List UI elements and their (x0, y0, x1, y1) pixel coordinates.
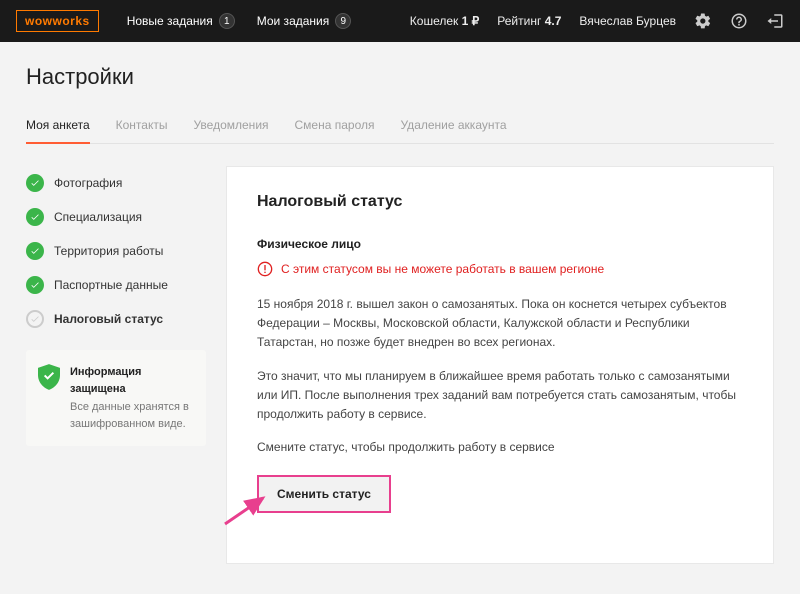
warning-icon (257, 261, 273, 277)
rating-label: Рейтинг (497, 14, 541, 28)
check-done-icon (26, 208, 44, 226)
step-3[interactable]: Паспортные данные (26, 268, 206, 302)
step-label: Территория работы (54, 244, 163, 258)
page-title: Настройки (26, 64, 774, 90)
nav-new-tasks[interactable]: Новые задания 1 (127, 13, 235, 29)
info-title: Информация защищена (70, 364, 194, 397)
step-0[interactable]: Фотография (26, 166, 206, 200)
sidebar: Фотография Специализация Территория работы… (26, 166, 206, 564)
rating-value: 4.7 (545, 14, 562, 28)
content: Фотография Специализация Территория работы… (26, 166, 774, 564)
entity-label: Физическое лицо (257, 237, 743, 251)
main-panel: Налоговый статус Физическое лицо С этим … (226, 166, 774, 564)
panel-title: Налоговый статус (257, 193, 743, 211)
shield-icon (38, 364, 60, 390)
warning-text: С этим статусом вы не можете работать в … (281, 262, 604, 276)
check-done-icon (26, 276, 44, 294)
user-name[interactable]: Вячеслав Бурцев (579, 14, 676, 28)
tab-2[interactable]: Уведомления (193, 108, 268, 144)
page: Настройки Моя анкета Контакты Уведомления С… (0, 42, 800, 594)
tab-1[interactable]: Контакты (116, 108, 168, 144)
tab-0[interactable]: Моя анкета (26, 108, 90, 144)
logout-icon[interactable] (766, 12, 784, 30)
change-status-button[interactable]: Сменить статус (257, 475, 391, 513)
step-1[interactable]: Специализация (26, 200, 206, 234)
paragraph-2: Это значит, что мы планируем в ближайшее… (257, 367, 743, 425)
nav-right: Кошелек 1 ₽ Рейтинг 4.7 Вячеслав Бурцев (410, 12, 784, 30)
check-done-icon (26, 242, 44, 260)
step-label: Специализация (54, 210, 142, 224)
step-label: Фотография (54, 176, 122, 190)
info-text: Информация защищена Все данные хранятся … (70, 364, 194, 432)
nav-new-tasks-label: Новые задания (127, 14, 213, 28)
nav-left: Новые задания 1 Мои задания 9 (127, 13, 352, 29)
nav-my-tasks-count: 9 (335, 13, 351, 29)
info-box: Информация защищена Все данные хранятся … (26, 350, 206, 446)
step-label: Налоговый статус (54, 312, 163, 326)
gear-icon[interactable] (694, 12, 712, 30)
paragraph-3: Смените статус, чтобы продолжить работу … (257, 438, 743, 457)
step-2[interactable]: Территория работы (26, 234, 206, 268)
check-done-icon (26, 174, 44, 192)
tab-3[interactable]: Смена пароля (295, 108, 375, 144)
wallet[interactable]: Кошелек 1 ₽ (410, 14, 480, 28)
wallet-value: 1 ₽ (462, 14, 480, 28)
nav-my-tasks-label: Мои задания (257, 14, 330, 28)
tab-4[interactable]: Удаление аккаунта (401, 108, 507, 144)
info-body: Все данные хранятся в зашифрованном виде… (70, 401, 189, 430)
logo[interactable]: wowworks (16, 10, 99, 32)
step-label: Паспортные данные (54, 278, 168, 292)
check-pending-icon (26, 310, 44, 328)
nav-my-tasks[interactable]: Мои задания 9 (257, 13, 352, 29)
wallet-label: Кошелек (410, 14, 459, 28)
warning: С этим статусом вы не можете работать в … (257, 261, 743, 277)
nav-new-tasks-count: 1 (219, 13, 235, 29)
rating: Рейтинг 4.7 (497, 14, 561, 28)
tabs: Моя анкета Контакты Уведомления Смена парол… (26, 108, 774, 144)
paragraph-1: 15 ноября 2018 г. вышел закон о самозаня… (257, 295, 743, 353)
top-bar: wowworks Новые задания 1 Мои задания 9 К… (0, 0, 800, 42)
step-4[interactable]: Налоговый статус (26, 302, 206, 336)
help-icon[interactable] (730, 12, 748, 30)
